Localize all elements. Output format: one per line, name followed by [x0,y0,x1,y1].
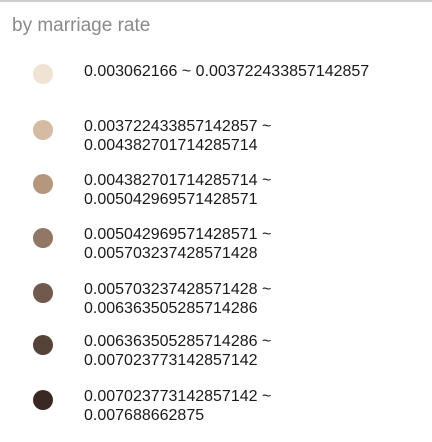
legend-label-line2: 0.006363505285714286 [84,300,258,317]
legend-swatch [33,120,53,140]
legend-label-line2: 0.004382701714285714 [84,137,258,154]
legend-list: 0.003062166 ~ 0.003722433857142857 0.003… [0,0,432,442]
legend-label-line1: 0.004382701714285714 ~ [84,172,272,189]
legend-swatch [33,228,53,248]
legend-swatch [33,335,53,355]
legend-swatch [33,283,53,303]
legend-label: 0.003062166 ~ 0.003722433857142857 [84,63,370,80]
legend-label-line2: 0.005703237428571428 [84,245,258,262]
legend-label-line1: 0.006363505285714286 ~ [84,333,272,350]
legend-label-line2: 0.007688662875 [84,407,205,424]
legend-label-line1: 0.005703237428571428 ~ [84,281,272,298]
legend-label-line1: 0.007023773142857142 ~ [84,388,272,405]
legend-label-line2: 0.005042969571428571 [84,191,258,208]
legend-swatch [33,64,53,84]
legend-swatch [33,390,53,410]
legend-label-line1: 0.005042969571428571 ~ [84,226,272,243]
legend-swatch [33,174,53,194]
legend-label-line2: 0.007023773142857142 [84,352,258,369]
legend-label-line1: 0.003722433857142857 ~ [84,118,272,135]
